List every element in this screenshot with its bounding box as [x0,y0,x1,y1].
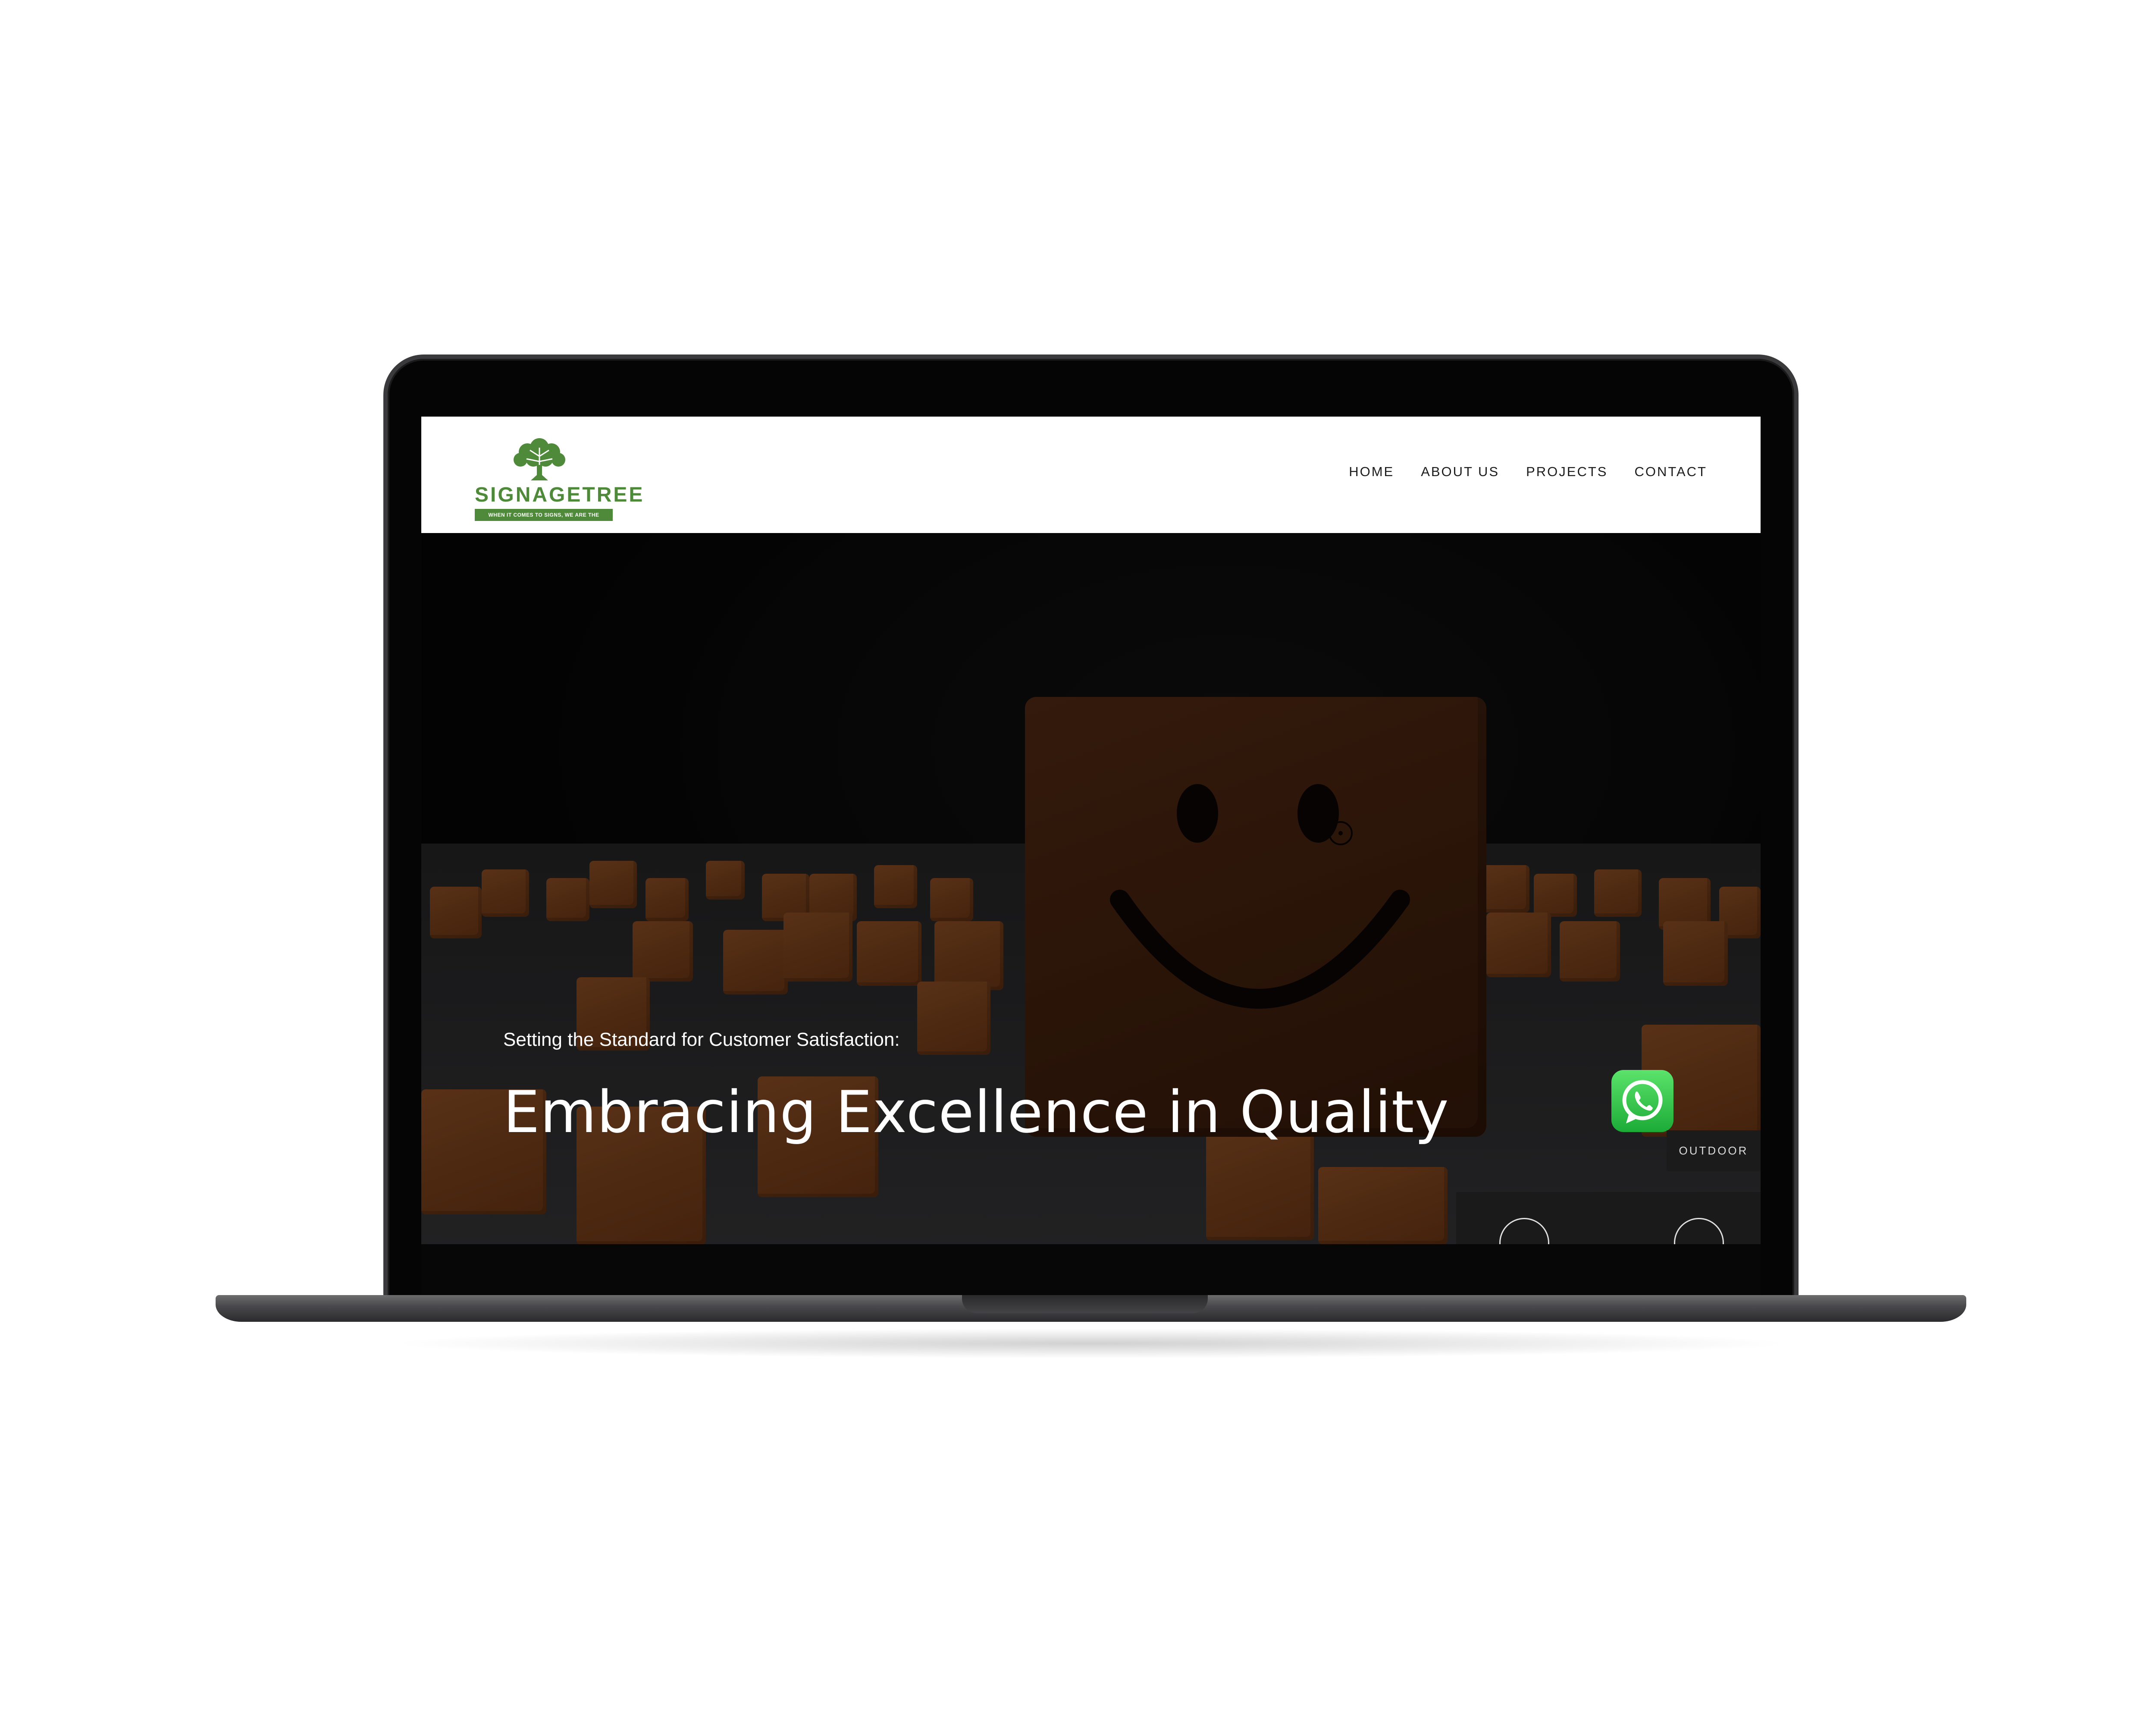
logo-tagline: WHEN IT COMES TO SIGNS, WE ARE THE SOLUT… [475,509,613,530]
signagetree-logo[interactable]: SIGNAGETREE WHEN IT COMES TO SIGNS, WE A… [475,435,645,530]
prev-slide-button[interactable] [1499,1218,1549,1244]
tree-icon [514,438,565,480]
next-slide-button[interactable] [1674,1218,1724,1244]
laptop-notch [962,1295,1208,1313]
nav-item-about-us[interactable]: ABOUT US [1421,464,1499,480]
hero-subtitle: Setting the Standard for Customer Satisf… [503,1029,900,1050]
nav-item-projects[interactable]: PROJECTS [1526,464,1608,480]
whatsapp-icon [1622,1080,1663,1123]
main-nav: HOME ABOUT US PROJECTS CONTACT [1349,464,1707,480]
site-header: SIGNAGETREE WHEN IT COMES TO SIGNS, WE A… [421,417,1761,533]
hero-slider: Setting the Standard for Customer Satisf… [421,533,1761,1244]
nav-item-contact[interactable]: CONTACT [1634,464,1707,480]
slider-controls [1456,1192,1761,1244]
hero-title: Embracing Excellence in Quality [503,1079,1449,1146]
laptop-bezel-bottom [421,1244,1761,1295]
whatsapp-chat-button[interactable] [1611,1070,1673,1132]
logo-wordmark: SIGNAGETREE [475,483,645,506]
laptop-screen: SIGNAGETREE WHEN IT COMES TO SIGNS, WE A… [421,417,1761,1244]
slide-category-tag[interactable]: OUTDOOR [1667,1130,1761,1171]
laptop-shadow [388,1328,1794,1358]
nav-item-home[interactable]: HOME [1349,464,1394,480]
